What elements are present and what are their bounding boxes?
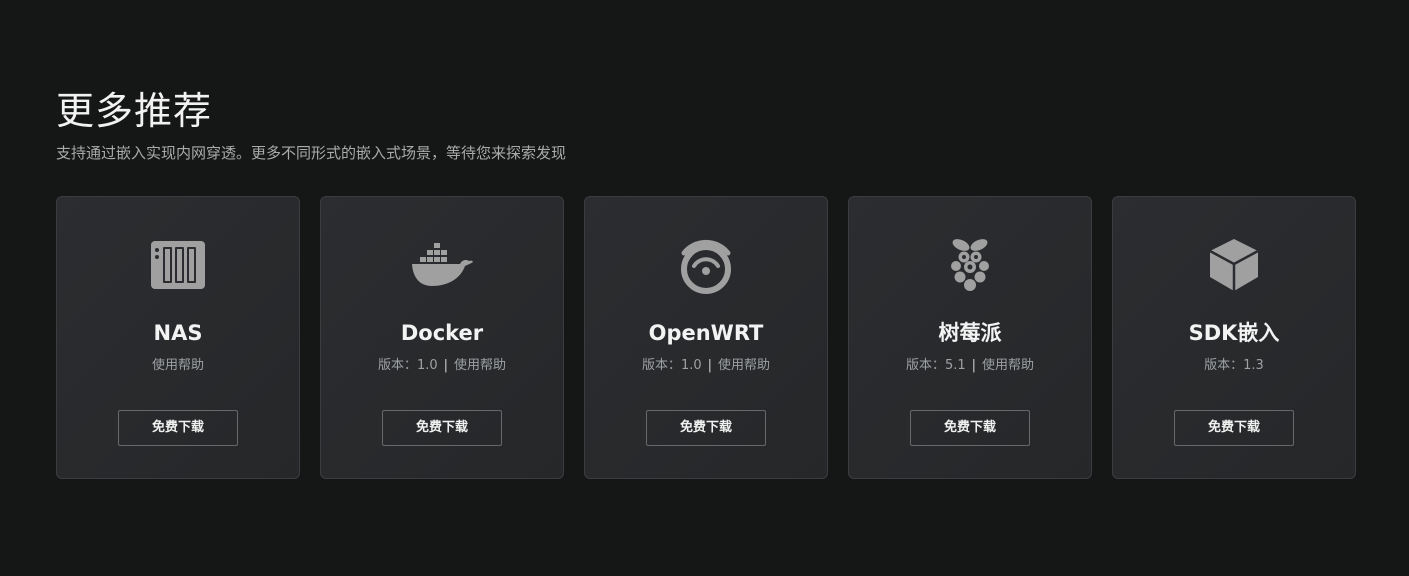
card-list: NAS 使用帮助 免费下载 Docker 版本：1.0 | 使用帮助 免费下载 … [56,196,1356,479]
card-raspberry-pi: 树莓派 版本：5.1 | 使用帮助 免费下载 [848,196,1092,479]
card-openwrt: OpenWRT 版本：1.0 | 使用帮助 免费下载 [584,196,828,479]
help-link[interactable]: 使用帮助 [718,358,770,373]
meta-separator: | [443,358,449,373]
help-link[interactable]: 使用帮助 [152,358,204,373]
section-title: 更多推荐 [56,89,213,133]
card-title: NAS [153,321,203,345]
card-title: SDK嵌入 [1188,321,1280,345]
openwrt-icon [674,233,738,297]
help-link[interactable]: 使用帮助 [982,358,1034,373]
version-label: 版本：1.0 [377,358,438,373]
help-link[interactable]: 使用帮助 [454,358,506,373]
meta-separator: | [971,358,977,373]
card-meta: 版本：1.0 | 使用帮助 [585,357,827,375]
card-meta: 使用帮助 [57,357,299,375]
cube-icon [1202,233,1266,297]
version-label: 版本：1.0 [641,358,702,373]
nas-icon [146,233,210,297]
version-label: 版本：5.1 [905,358,966,373]
card-nas: NAS 使用帮助 免费下载 [56,196,300,479]
download-button[interactable]: 免费下载 [382,410,502,446]
card-title: Docker [400,321,484,345]
version-label: 版本：1.3 [1204,358,1264,373]
download-button[interactable]: 免费下载 [646,410,766,446]
download-button[interactable]: 免费下载 [1174,410,1294,446]
docker-icon [410,233,474,297]
card-meta: 版本：5.1 | 使用帮助 [849,357,1091,375]
card-title: OpenWRT [648,321,764,345]
card-sdk: SDK嵌入 版本：1.3 免费下载 [1112,196,1356,479]
meta-separator: | [707,358,713,373]
card-title: 树莓派 [938,321,1002,345]
card-meta: 版本：1.3 [1113,357,1355,375]
raspberry-pi-icon [938,233,1002,297]
download-button[interactable]: 免费下载 [118,410,238,446]
card-docker: Docker 版本：1.0 | 使用帮助 免费下载 [320,196,564,479]
card-meta: 版本：1.0 | 使用帮助 [321,357,563,375]
section-subtitle: 支持通过嵌入实现内网穿透。更多不同形式的嵌入式场景，等待您来探索发现 [56,144,567,162]
download-button[interactable]: 免费下载 [910,410,1030,446]
